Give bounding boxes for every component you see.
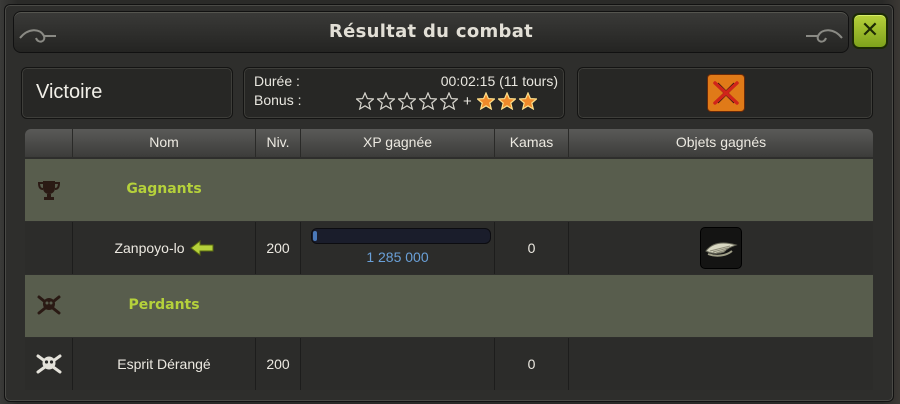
info-panel: Durée : 00:02:15 (11 tours) Bonus : + xyxy=(243,67,565,119)
xp-progress-fill xyxy=(313,231,317,241)
crossed-swords-forbidden-icon xyxy=(713,81,739,105)
winners-group-row: Gagnants xyxy=(25,159,873,221)
duration-label: Durée : xyxy=(254,73,300,89)
header-kamas[interactable]: Kamas xyxy=(495,129,569,157)
bonus-label: Bonus : xyxy=(254,92,302,108)
bonus-star-empty-icon xyxy=(398,92,416,110)
bonus-star-empty-icon xyxy=(419,92,437,110)
header-icon-col xyxy=(25,129,73,157)
close-icon: ✕ xyxy=(860,18,880,43)
winners-label: Gagnants xyxy=(126,181,202,197)
kamas-cell: 0 xyxy=(495,222,569,274)
bonus-star-empty-icon xyxy=(440,92,458,110)
result-panel: Victoire xyxy=(21,67,233,119)
title-bar[interactable]: Résultat du combat xyxy=(13,11,849,53)
header-name[interactable]: Nom xyxy=(73,129,256,157)
name-cell: Zanpoyo-lo xyxy=(73,222,256,274)
name-cell: Esprit Dérangé xyxy=(73,338,256,390)
bonus-star-filled-icon xyxy=(518,92,537,110)
wing-loot-icon xyxy=(705,242,738,257)
combat-result-window: Résultat du combat ✕ Victoire Durée : 00… xyxy=(4,4,894,402)
window-title: Résultat du combat xyxy=(328,21,534,42)
skull-crossbones-icon xyxy=(37,295,61,315)
level-cell: 200 xyxy=(256,222,301,274)
challenge-panel xyxy=(577,67,873,119)
player-name[interactable]: Zanpoyo-lo xyxy=(114,240,184,256)
header-items[interactable]: Objets gagnés xyxy=(569,129,873,157)
loot-item-slot[interactable] xyxy=(700,227,742,269)
row-icon-cell xyxy=(25,338,73,390)
bonus-star-filled-icon xyxy=(497,92,516,110)
bonus-plus: + xyxy=(463,92,472,110)
close-button[interactable]: ✕ xyxy=(852,13,888,49)
arrow-left-icon xyxy=(189,240,214,256)
xp-cell xyxy=(301,338,495,390)
xp-cell: 1 285 000 xyxy=(301,222,495,274)
challenge-failed-icon[interactable] xyxy=(707,74,745,112)
monster-name[interactable]: Esprit Dérangé xyxy=(117,356,210,372)
xp-progress-bar xyxy=(311,228,491,244)
duration-value: 00:02:15 (11 tours) xyxy=(440,73,558,89)
results-table: Nom Niv. XP gagnée Kamas Objets gagnés G… xyxy=(25,129,873,390)
losers-label: Perdants xyxy=(128,297,200,313)
table-row[interactable]: Zanpoyo-lo 200 1 285 000 0 xyxy=(25,222,873,274)
result-text: Victoire xyxy=(36,81,103,103)
items-cell xyxy=(569,338,873,390)
skull-crossbones-icon xyxy=(36,354,61,374)
title-flourish-right-icon xyxy=(806,29,843,43)
bonus-star-empty-icon xyxy=(356,92,374,110)
bonus-star-filled-icon xyxy=(476,92,495,110)
items-cell xyxy=(569,222,873,274)
row-icon-cell xyxy=(25,222,73,274)
kamas-cell: 0 xyxy=(495,338,569,390)
xp-value: 1 285 000 xyxy=(366,249,429,265)
trophy-icon xyxy=(37,181,61,200)
header-xp[interactable]: XP gagnée xyxy=(301,129,495,157)
bonus-star-empty-icon xyxy=(377,92,395,110)
table-header: Nom Niv. XP gagnée Kamas Objets gagnés xyxy=(25,129,873,157)
bonus-stars: + xyxy=(356,92,537,110)
table-row[interactable]: Esprit Dérangé 200 0 xyxy=(25,338,873,390)
losers-group-row: Perdants xyxy=(25,275,873,337)
level-cell: 200 xyxy=(256,338,301,390)
header-level[interactable]: Niv. xyxy=(256,129,301,157)
